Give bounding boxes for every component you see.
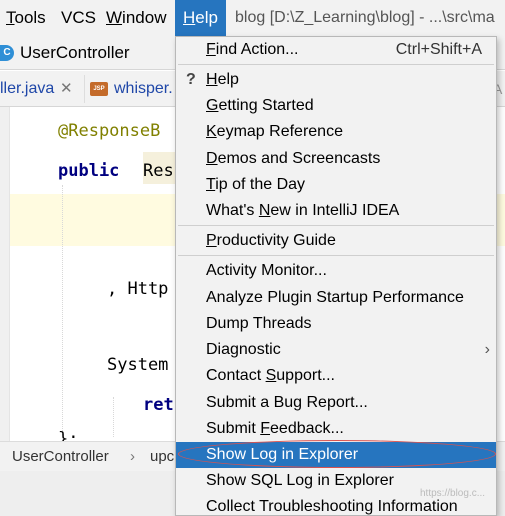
menu-tools[interactable]: Tools (0, 0, 52, 36)
annotation-circle (178, 440, 496, 468)
tab-label: ller.java (0, 80, 55, 97)
menu-item-label: Show SQL Log in Explorer (206, 472, 394, 489)
code-return: ret (143, 395, 174, 415)
code-annotation: @ResponseB (58, 121, 161, 141)
chevron-right-icon: › (484, 341, 490, 358)
menu-item-submit-feedback[interactable]: Submit Feedback... (176, 416, 496, 442)
menu-item-find-action[interactable]: Find Action... Ctrl+Shift+A (176, 37, 496, 63)
question-icon: ? (186, 71, 196, 88)
menu-window-mnemonic: W (106, 8, 123, 27)
menu-item-label: Submit a Bug Report... (206, 394, 368, 411)
menu-item-getting-started[interactable]: Getting Started (176, 93, 496, 119)
menu-item-label: Tip of the Day (206, 176, 306, 193)
code-keyword: public (58, 161, 120, 181)
chevron-right-icon: › (130, 448, 135, 465)
menu-item-diagnostic[interactable]: Diagnostic › (176, 337, 496, 363)
menu-window[interactable]: Window (100, 0, 172, 36)
menu-item-label: Activity Monitor... (206, 262, 327, 279)
menu-item-dump-threads[interactable]: Dump Threads (176, 311, 496, 337)
menu-item-label: Diagnostic (206, 341, 281, 358)
menu-item-label: Find Action... (206, 41, 299, 58)
window-title: blog [D:\Z_Learning\blog] - ...\src\ma (235, 9, 495, 26)
breadcrumb-item[interactable]: UserController (12, 442, 109, 472)
menu-item-whats-new[interactable]: What's New in IntelliJ IDEA (176, 198, 496, 224)
code-param: , Http (107, 279, 169, 299)
shortcut-label: Ctrl+Shift+A (395, 41, 482, 58)
tab-label: whisper. (114, 80, 173, 97)
watermark: https://blog.c... (420, 488, 486, 499)
code-type: Res (143, 161, 174, 181)
menu-item-label: Analyze Plugin Startup Performance (206, 289, 464, 306)
menu-item-label: Demos and Screencasts (206, 150, 381, 167)
close-icon[interactable]: ✕ (60, 71, 73, 107)
menu-tools-label: ools (14, 8, 46, 27)
menu-item-label: Submit Feedback... (206, 420, 344, 437)
menu-help[interactable]: Help (175, 0, 226, 36)
menu-item-label: Productivity Guide (206, 232, 336, 249)
menu-item-productivity-guide[interactable]: Productivity Guide (176, 228, 496, 254)
code-statement: System (107, 355, 169, 375)
menu-help-label: elp (195, 8, 218, 27)
menu-item-label: Getting Started (206, 97, 314, 114)
nav-crumb-usercontroller[interactable]: UserController (20, 36, 130, 70)
menu-item-activity-monitor[interactable]: Activity Monitor... (176, 258, 496, 284)
menu-tools-mnemonic: T (6, 8, 15, 27)
menu-item-label: Help (206, 71, 239, 88)
menu-item-keymap-reference[interactable]: Keymap Reference (176, 119, 496, 145)
editor-gutter (0, 107, 10, 441)
menu-separator (178, 225, 494, 226)
menu-item-submit-bug-report[interactable]: Submit a Bug Report... (176, 390, 496, 416)
menu-window-label: indow (122, 8, 167, 27)
menu-help-mnemonic: H (183, 8, 196, 27)
indent-guide (62, 185, 63, 435)
help-menu-dropdown: Find Action... Ctrl+Shift+A ? Help Getti… (175, 36, 497, 516)
menu-item-help[interactable]: ? Help (176, 67, 496, 93)
menu-item-label: Contact Support... (206, 367, 335, 384)
indent-guide (113, 397, 114, 437)
menu-item-label: What's New in IntelliJ IDEA (206, 202, 400, 219)
tab-usercontroller-java[interactable]: ller.java ✕ (0, 71, 84, 107)
menu-vcs[interactable]: VCS (55, 0, 102, 36)
menu-item-contact-support[interactable]: Contact Support... (176, 363, 496, 389)
menu-item-label: Dump Threads (206, 315, 312, 332)
menu-item-analyze-plugin-startup[interactable]: Analyze Plugin Startup Performance (176, 285, 496, 311)
menu-vcs-label: VCS (61, 8, 96, 27)
menu-item-demos-screencasts[interactable]: Demos and Screencasts (176, 146, 496, 172)
jsp-file-icon: JSP (90, 82, 108, 96)
menu-separator (178, 64, 494, 65)
tab-divider (84, 75, 85, 103)
menu-separator (178, 255, 494, 256)
menu-bar: Tools VCS Window Help blog [D:\Z_Learnin… (0, 0, 505, 36)
menu-item-label: Keymap Reference (206, 123, 343, 140)
menu-item-tip-of-the-day[interactable]: Tip of the Day (176, 172, 496, 198)
class-icon: C (0, 45, 14, 61)
breadcrumb-item[interactable]: upc (150, 442, 174, 472)
